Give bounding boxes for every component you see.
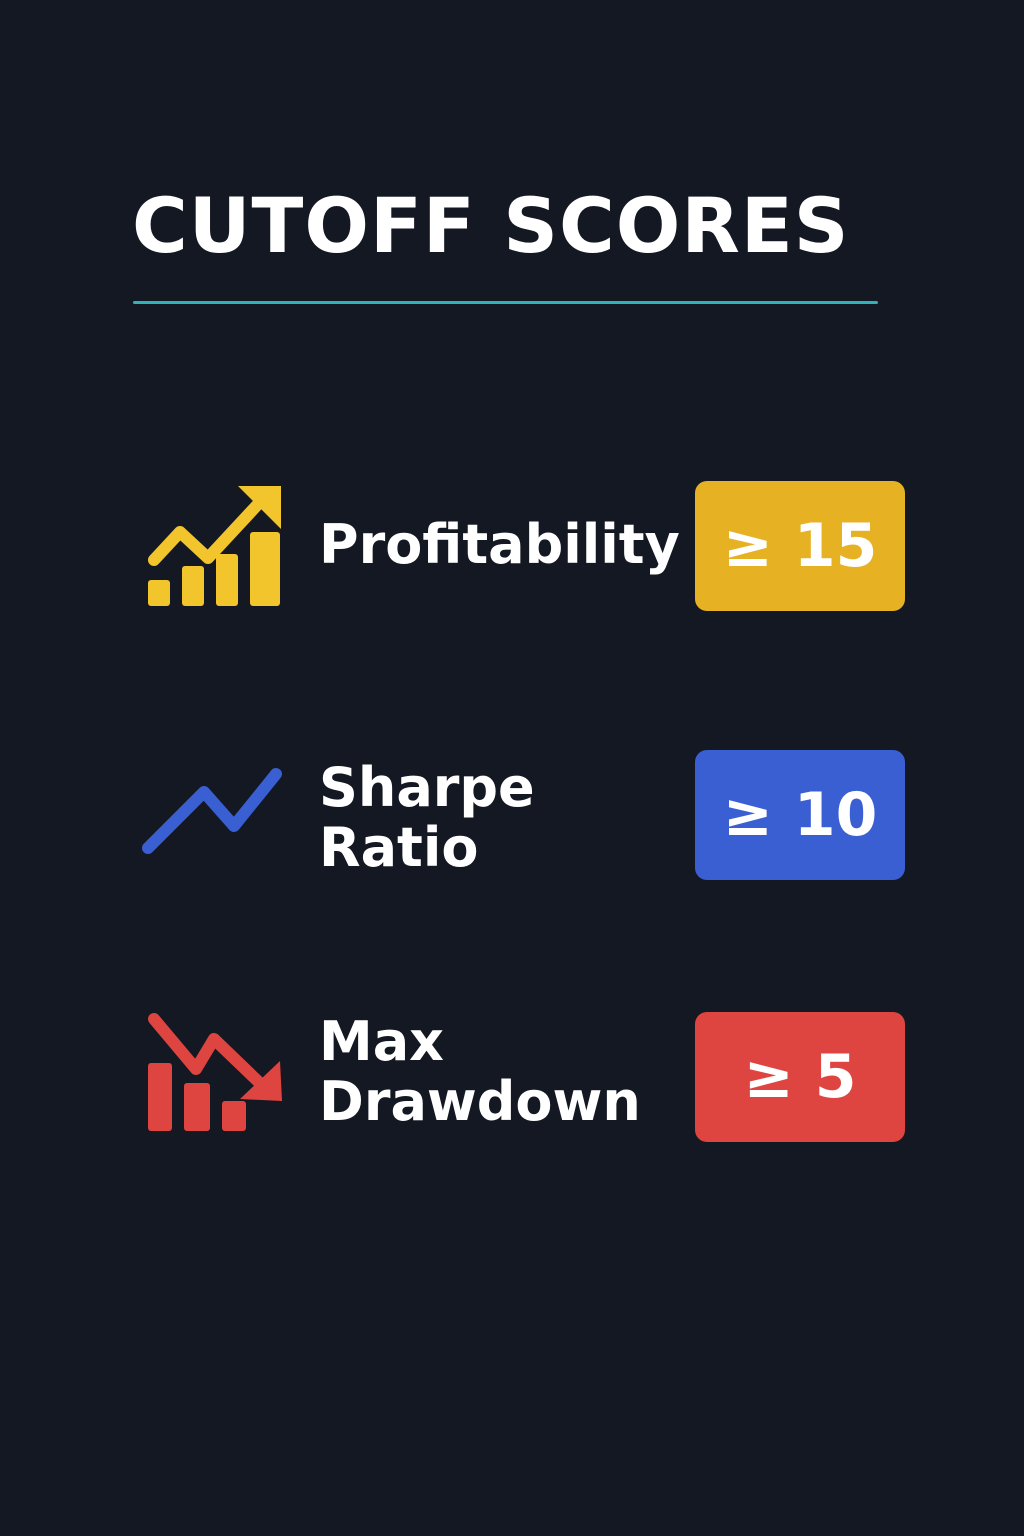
metric-label-line: Drawdown [319, 1070, 641, 1133]
metric-row-max-drawdown: Max Drawdown ≥ 5 [0, 1011, 1024, 1142]
title-divider [133, 301, 878, 304]
page-title: CUTOFF SCORES [132, 181, 850, 270]
cutoff-value: ≥ 5 [743, 1042, 857, 1112]
metric-label-max-drawdown: Max Drawdown [319, 1012, 641, 1132]
metric-label-line: Profitability [319, 513, 680, 576]
metric-label-line: Max [319, 1010, 445, 1073]
cutoff-value: ≥ 10 [722, 780, 878, 850]
cutoff-badge-profitability: ≥ 15 [695, 481, 905, 611]
bar-chart-up-arrow-icon [140, 480, 290, 610]
cutoff-badge-sharpe-ratio: ≥ 10 [695, 750, 905, 880]
metric-row-sharpe-ratio: Sharpe Ratio ≥ 10 [0, 750, 1024, 880]
metric-label-sharpe-ratio: Sharpe Ratio [319, 758, 535, 878]
cutoff-value: ≥ 15 [722, 511, 878, 581]
metric-label-line: Ratio [319, 816, 479, 879]
bar-chart-down-arrow-icon [140, 1011, 290, 1141]
metric-label-line: Sharpe [319, 756, 535, 819]
trend-line-icon [140, 750, 290, 880]
metric-label-profitability: Profitability [319, 515, 680, 575]
cutoff-badge-max-drawdown: ≥ 5 [695, 1012, 905, 1142]
metric-row-profitability: Profitability ≥ 15 [0, 480, 1024, 611]
